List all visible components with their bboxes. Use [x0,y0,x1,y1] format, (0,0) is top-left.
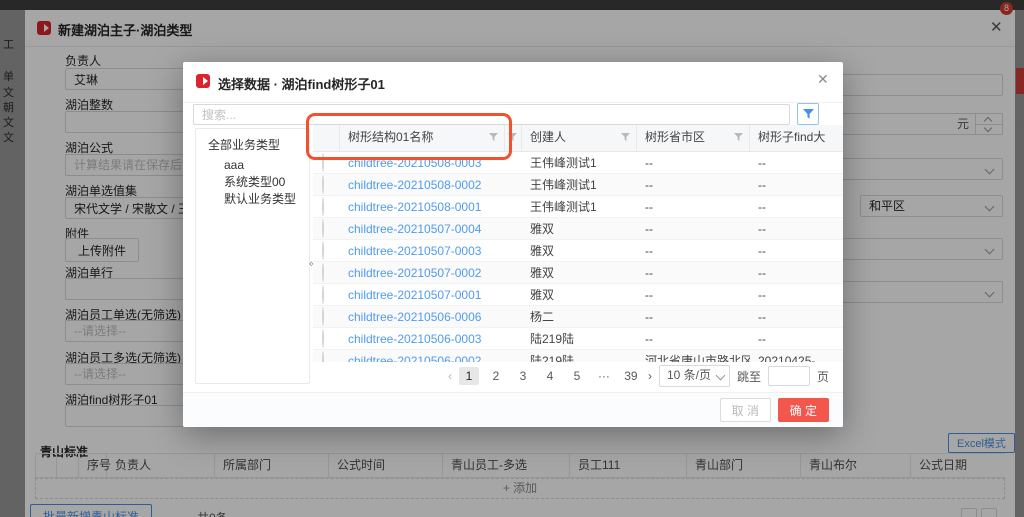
business-type-tree: 全部业务类型 aaa 系统类型00 默认业务类型 [195,128,310,384]
col-header-creator[interactable]: 创建人 [522,125,637,151]
table-row[interactable]: childtree-20210507-0004 雅双 -- -- [313,218,843,240]
table-row[interactable]: childtree-20210508-0003 王伟峰测试1 -- -- [313,152,843,174]
page-number[interactable]: 39 [621,367,641,385]
page-number[interactable]: 5 [567,367,587,385]
row-name-link[interactable]: childtree-20210508-0002 [340,178,505,192]
page-prev-button[interactable]: ‹ [448,369,452,383]
screen: 8 工 单 文 朝 文 文 新建湖泊主子·湖泊类型 ✕ 负责人 湖泊整数 湖泊公… [0,0,1024,517]
page-ellipsis[interactable]: ··· [594,367,614,385]
table-row[interactable]: childtree-20210508-0002 王伟峰测试1 -- -- [313,174,843,196]
funnel-icon[interactable] [621,133,630,142]
row-name-link[interactable]: childtree-20210507-0004 [340,222,505,236]
jump-page-input[interactable] [768,366,810,386]
pagination: ‹ 1 2 3 4 5 ··· 39 › 10 条/页 跳至 页 [448,365,829,387]
col-header-region[interactable]: 树形省市区 [637,125,750,151]
row-radio[interactable] [322,329,324,348]
jump-unit-label: 页 [817,368,829,385]
table-row[interactable]: childtree-20210506-0006 杨二 -- -- [313,306,843,328]
col-header-tree-name[interactable]: 树形结构01名称 [340,125,505,151]
table-row[interactable]: childtree-20210506-0002 陆219陆 河北省唐山市路北区 … [313,350,843,362]
row-name-link[interactable]: childtree-20210507-0002 [340,266,505,280]
row-name-link[interactable]: childtree-20210508-0001 [340,200,505,214]
row-radio[interactable] [322,351,324,363]
page-next-button[interactable]: › [648,369,652,383]
chevron-down-icon [716,371,726,381]
row-radio[interactable] [322,175,324,194]
tree-item-default[interactable]: 默认业务类型 [196,191,309,208]
jump-label: 跳至 [737,368,761,385]
filter-button[interactable] [797,103,819,125]
table-row[interactable]: childtree-20210507-0003 雅双 -- -- [313,240,843,262]
tree-item-aaa[interactable]: aaa [196,157,309,174]
table-row[interactable]: childtree-20210507-0002 雅双 -- -- [313,262,843,284]
row-radio[interactable] [322,197,324,216]
page-number[interactable]: 1 [459,367,479,385]
row-name-link[interactable]: childtree-20210506-0003 [340,332,505,346]
tree-item-all[interactable]: 全部业务类型 [196,137,309,154]
modal-title: 选择数据 · 湖泊find树形子01 [218,74,385,93]
row-name-link[interactable]: childtree-20210507-0001 [340,288,505,302]
modal-header: 选择数据 · 湖泊find树形子01 ✕ [183,62,843,103]
confirm-button[interactable]: 确 定 [778,398,829,422]
col-header-extra[interactable] [505,125,522,151]
row-radio[interactable] [322,153,324,172]
col-header-find[interactable]: 树形子find大 [750,125,843,151]
row-name-link[interactable]: childtree-20210508-0003 [340,156,505,170]
page-number[interactable]: 3 [513,367,533,385]
app-logo-icon [196,74,210,88]
page-number[interactable]: 4 [540,367,560,385]
funnel-icon[interactable] [489,133,498,142]
cancel-button[interactable]: 取 消 [720,398,771,422]
row-name-link[interactable]: childtree-20210507-0003 [340,244,505,258]
tree-item-system[interactable]: 系统类型00 [196,174,309,191]
funnel-icon[interactable] [508,133,517,142]
row-name-link[interactable]: childtree-20210506-0006 [340,310,505,324]
table-row[interactable]: childtree-20210508-0001 王伟峰测试1 -- -- [313,196,843,218]
table-header-row: 树形结构01名称 创建人 树形省市区 树形子fi [313,125,843,152]
modal-close-icon[interactable]: ✕ [817,71,829,88]
search-input[interactable] [193,104,790,125]
row-radio[interactable] [322,241,324,260]
modal-footer: 取 消 确 定 [183,392,843,427]
funnel-icon[interactable] [734,133,743,142]
row-radio[interactable] [322,307,324,326]
row-radio[interactable] [322,219,324,238]
table-row[interactable]: childtree-20210506-0003 陆219陆 -- -- [313,328,843,350]
select-data-modal: 选择数据 · 湖泊find树形子01 ✕ 全部业务类型 aaa 系统类型00 默… [183,62,843,427]
table-row[interactable]: childtree-20210507-0001 雅双 -- -- [313,284,843,306]
row-radio[interactable] [322,285,324,304]
row-radio[interactable] [322,263,324,282]
page-size-select[interactable]: 10 条/页 [659,365,730,387]
page-number[interactable]: 2 [486,367,506,385]
result-table: 树形结构01名称 创建人 树形省市区 树形子fi [313,125,843,362]
row-name-link[interactable]: childtree-20210506-0002 [340,354,505,363]
funnel-icon [803,109,814,120]
